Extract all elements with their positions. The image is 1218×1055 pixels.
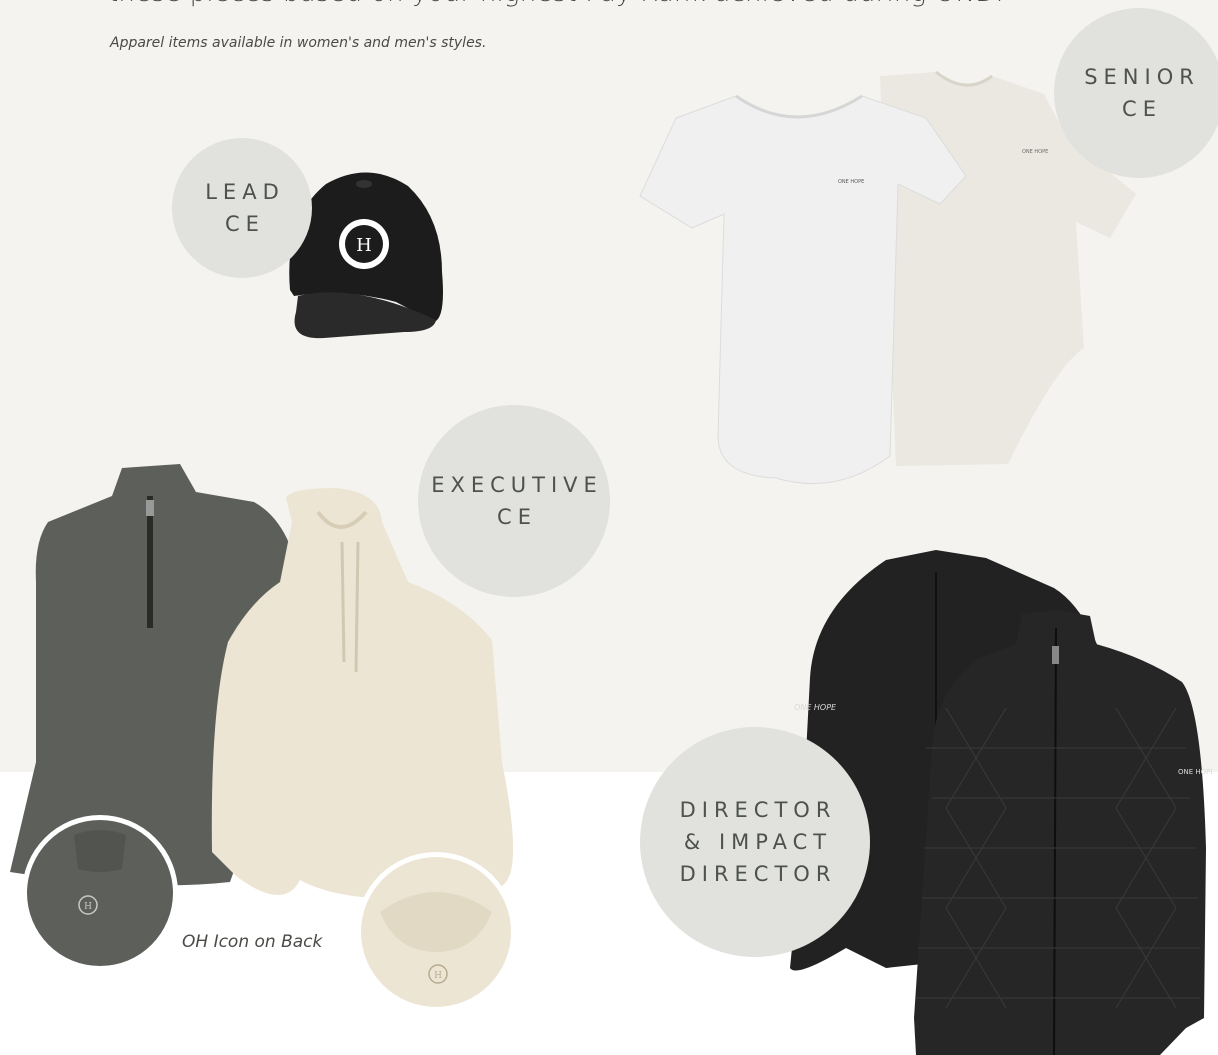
executive-ce-badge: EXECUTIVE CE	[418, 405, 610, 597]
senior-ce-label: SENIOR CE	[1084, 65, 1200, 121]
director-badge: DIRECTOR & IMPACT DIRECTOR	[640, 727, 870, 957]
oh-icon-hoodie: H	[434, 971, 442, 981]
executive-ce-label: EXECUTIVE CE	[431, 473, 603, 529]
apparel-note: Apparel items available in women's and m…	[110, 35, 487, 51]
hoodie-back-detail-image: H	[356, 852, 516, 1012]
director-label: DIRECTOR & IMPACT DIRECTOR	[679, 798, 837, 886]
lead-ce-badge: LEAD CE	[172, 138, 312, 278]
hat-logo-text: H	[356, 235, 372, 256]
senior-ce-badge: SENIOR CE	[1054, 8, 1218, 178]
icon-caption: OH Icon on Back	[182, 932, 323, 952]
jacket-sleeve-logo: ONE HOPE	[794, 703, 837, 712]
lead-ce-label: LEAD CE	[205, 180, 285, 236]
quarter-zip-back-detail-image: H	[22, 815, 178, 971]
tshirt-back-logo: ONE HOPE	[1022, 149, 1048, 155]
tshirt-front-logo: ONE HOPE	[838, 179, 864, 185]
headline: these pieces based on your highest Pay R…	[108, 0, 1004, 8]
oh-icon-back: H	[84, 902, 92, 912]
jacket-front-sleeve-logo: ONE HOPE	[1178, 768, 1212, 776]
